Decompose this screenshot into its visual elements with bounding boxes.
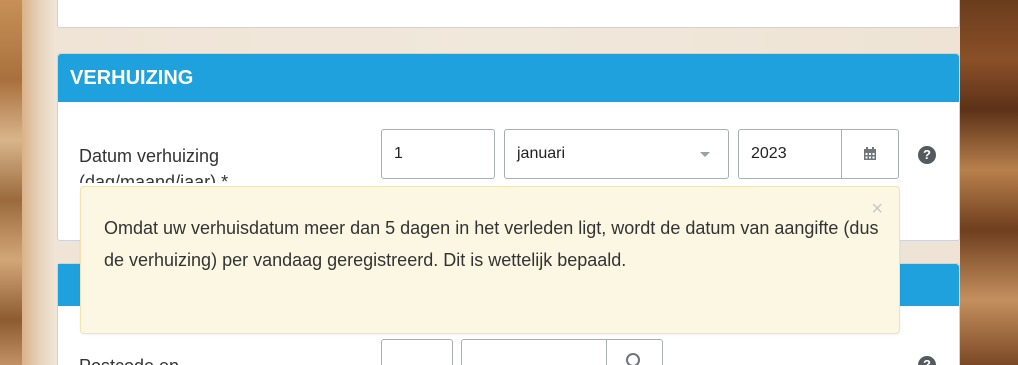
postcode-label: Postcode en: [79, 353, 179, 365]
background-left: [0, 0, 22, 365]
warning-text: Omdat uw verhuisdatum meer dan 5 dagen i…: [104, 218, 879, 270]
calendar-icon: [864, 147, 876, 160]
house-number-input[interactable]: [461, 339, 663, 365]
previous-panel: [57, 0, 960, 28]
month-select-value: januari: [517, 145, 566, 162]
search-button[interactable]: [606, 340, 662, 365]
chevron-down-icon: [700, 152, 710, 157]
postcode-input[interactable]: [381, 339, 453, 365]
move-date-label-text: Datum verhuizing: [79, 146, 220, 166]
move-date-label: Datum verhuizing (dag/maand/jaar) *: [79, 143, 329, 183]
warning-popover: Omdat uw verhuisdatum meer dan 5 dagen i…: [80, 186, 900, 334]
section-header: VERHUIZING: [58, 54, 959, 102]
background-right: [960, 0, 1018, 365]
year-input[interactable]: 2023: [738, 129, 899, 179]
search-icon: [626, 353, 640, 365]
next-section-header-right: [900, 264, 959, 306]
year-value: 2023: [751, 145, 787, 162]
month-select[interactable]: januari: [504, 129, 729, 179]
help-icon[interactable]: ?: [918, 146, 936, 164]
move-date-label-format: (dag/maand/jaar) *: [79, 172, 229, 183]
close-icon[interactable]: ×: [871, 199, 883, 219]
day-input[interactable]: 1: [381, 129, 495, 179]
calendar-button[interactable]: [841, 130, 898, 178]
next-section-header-left: [58, 264, 80, 306]
